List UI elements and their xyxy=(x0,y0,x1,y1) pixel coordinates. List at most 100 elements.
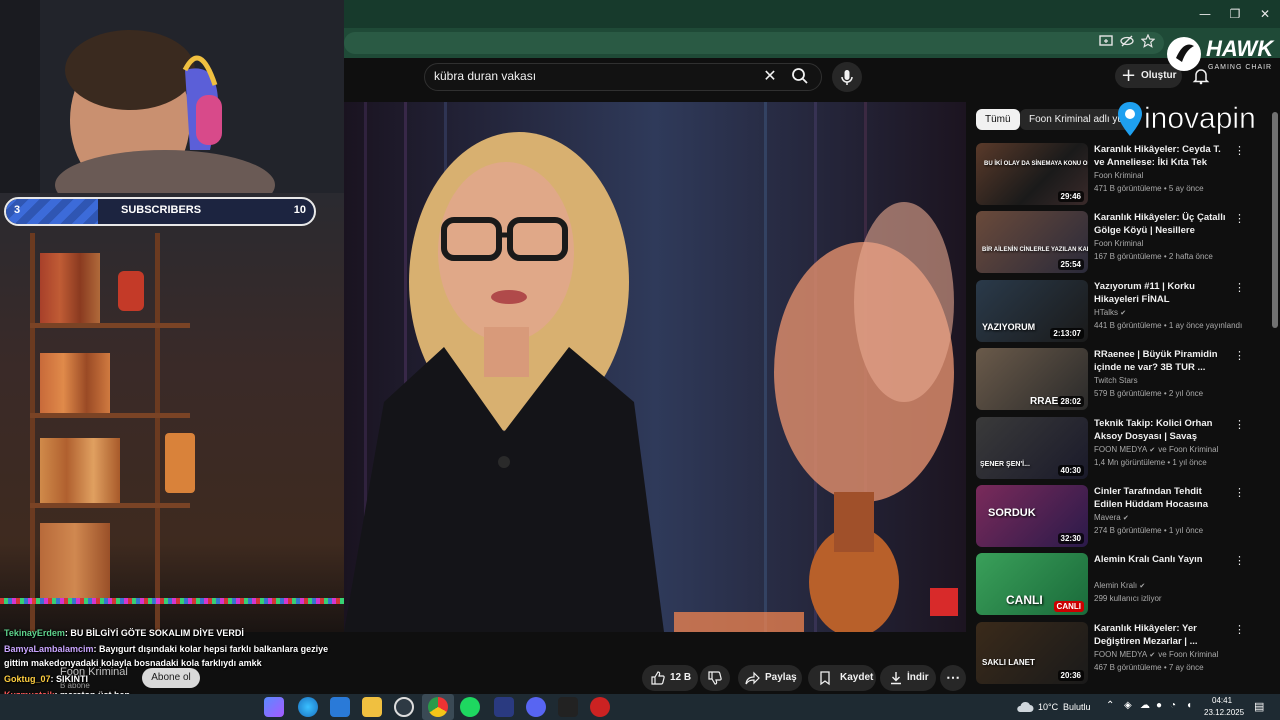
video-duration: 28:02 xyxy=(1057,396,1084,408)
recommendation-item[interactable]: YAZIYORUM 2:13:07 Yazıyorum #11 | Korku Hi… xyxy=(976,279,1266,342)
recommendation-title[interactable]: Yazıyorum #11 | Korku Hikayeleri FİNAL xyxy=(1094,280,1229,306)
recommendation-title[interactable]: Alemin Kralı Canlı Yayın xyxy=(1094,553,1229,566)
weather-temp[interactable]: 10°C xyxy=(1038,702,1058,712)
tray-chevron-icon[interactable]: ⌃ xyxy=(1106,700,1114,711)
recommendation-channel[interactable]: FOON MEDYA ✔ ve Foon Kriminal xyxy=(1094,445,1218,454)
recommendation-thumbnail[interactable]: RRAE 28:02 xyxy=(976,348,1088,411)
more-vertical-icon[interactable]: ⋮ xyxy=(1234,622,1245,638)
more-vertical-icon[interactable]: ⋮ xyxy=(1234,417,1245,433)
more-vertical-icon[interactable]: ⋮ xyxy=(1234,348,1245,364)
recommendation-item[interactable]: SORDUK 32:30 Cinler Tarafından Tehdit Edil… xyxy=(976,485,1266,547)
star-icon[interactable] xyxy=(1139,33,1157,52)
clock-time[interactable]: 04:41 xyxy=(1212,696,1232,705)
chat-message: TekinayErdem: BU BİLGİYİ GÖTE SOKALIM Dİ… xyxy=(4,628,244,638)
more-horizontal-icon: ⋯ xyxy=(946,669,960,685)
recommendation-thumbnail[interactable]: YAZIYORUM 2:13:07 xyxy=(976,279,1088,342)
tray-cloud-icon[interactable]: ☁ xyxy=(1140,700,1150,711)
cast-icon[interactable] xyxy=(1097,34,1115,52)
save-button[interactable]: Kaydet xyxy=(808,665,876,691)
more-vertical-icon[interactable]: ⋮ xyxy=(1234,553,1245,569)
recommendation-item[interactable]: RRAE 28:02 RRaenee | Büyük Piramidin içind… xyxy=(976,348,1266,411)
share-button[interactable]: Paylaş xyxy=(738,665,802,691)
download-button[interactable]: İndir xyxy=(880,665,936,691)
chrome-icon[interactable] xyxy=(428,697,448,717)
inovapin-logo: inovapin xyxy=(1118,100,1280,140)
recommendation-title[interactable]: Teknik Takip: Kolici Orhan Aksoy Dosyası… xyxy=(1094,417,1229,444)
recommendation-title[interactable]: Cinler Tarafından Tehdit Edilen Hüddam H… xyxy=(1094,485,1229,512)
chat-username: BamyaLambalamcim xyxy=(4,644,94,654)
plus-icon: + xyxy=(1121,65,1137,86)
minimize-button[interactable]: — xyxy=(1190,4,1220,24)
recommendation-title[interactable]: Karanlık Hikâyeler: Ceyda T. ve Annelies… xyxy=(1094,143,1229,170)
copilot-icon[interactable] xyxy=(264,697,284,717)
tray-wifi-icon[interactable]: ◔ xyxy=(1170,700,1176,711)
recommendation-channel[interactable]: FOON MEDYA ✔ ve Foon Kriminal xyxy=(1094,650,1218,659)
more-vertical-icon[interactable]: ⋮ xyxy=(1234,211,1245,227)
recommendation-meta: 274 B görüntüleme • 1 yıl önce xyxy=(1094,526,1204,535)
video-duration: 40:30 xyxy=(1057,464,1084,476)
chip-all[interactable]: Tümü xyxy=(976,109,1020,130)
recommendation-channel[interactable]: Foon Kriminal xyxy=(1094,171,1143,180)
recommendation-channel[interactable]: Foon Kriminal xyxy=(1094,239,1143,248)
channel-name-text: Foon Kriminal xyxy=(1094,239,1144,249)
spotify-icon[interactable] xyxy=(460,697,480,717)
recommendation-meta: 167 B görüntüleme • 2 hafta önce xyxy=(1094,252,1213,262)
store-icon[interactable] xyxy=(330,697,350,717)
clear-search-icon[interactable]: ✕ xyxy=(760,66,780,86)
recommendation-item[interactable]: SAKLI LANET 20:36 Karanlık Hikâyeler: Yer … xyxy=(976,621,1266,684)
recommendation-thumbnail[interactable]: ŞENER ŞEN'İ... 40:30 xyxy=(976,416,1088,479)
video-player[interactable] xyxy=(344,102,966,632)
recommendation-channel[interactable]: HTalks ✔ xyxy=(1094,308,1126,317)
more-actions-button[interactable]: ⋯ xyxy=(940,665,966,691)
notification-center-icon[interactable]: ▤ xyxy=(1254,700,1264,713)
weather-text[interactable]: Bulutlu xyxy=(1063,702,1091,712)
chip-channel[interactable]: Foon Kriminal adlı yük xyxy=(1020,109,1130,130)
recommendation-thumbnail[interactable]: BU İKİ OLAY DA SİNEMAYA KONU OLDU 29:46 xyxy=(976,143,1088,205)
tray-mic-icon[interactable]: ● xyxy=(1156,700,1162,711)
close-button[interactable]: ✕ xyxy=(1250,4,1280,24)
restore-button[interactable]: ❐ xyxy=(1220,4,1250,24)
clock-date[interactable]: 23.12.2025 xyxy=(1204,708,1244,717)
sidebar-scroll-thumb[interactable] xyxy=(1272,112,1278,328)
file-explorer-icon[interactable] xyxy=(362,697,382,717)
recommendation-item[interactable]: CANLI CANLI Alemin Kralı Canlı Yayın Alemin… xyxy=(976,553,1266,616)
discord-icon[interactable] xyxy=(526,697,546,717)
dislike-button[interactable] xyxy=(700,665,730,691)
epic-games-icon[interactable] xyxy=(558,697,578,717)
more-vertical-icon[interactable]: ⋮ xyxy=(1234,485,1245,501)
recommendation-channel[interactable]: Mavera ✔ xyxy=(1094,513,1129,522)
channel-name-text: Twitch Stars xyxy=(1094,376,1138,386)
search-icon[interactable] xyxy=(790,66,814,86)
obs-icon[interactable] xyxy=(590,697,610,717)
recommendation-thumbnail[interactable]: CANLI CANLI xyxy=(976,553,1088,616)
recommendation-item[interactable]: BU İKİ OLAY DA SİNEMAYA KONU OLDU 29:46 Ka… xyxy=(976,143,1266,205)
chat-text: : BU BİLGİYİ GÖTE SOKALIM DİYE VERDİ xyxy=(64,628,244,638)
subscriber-current: 3 xyxy=(14,204,21,216)
eye-off-icon[interactable] xyxy=(1118,34,1136,52)
recommendation-title[interactable]: Karanlık Hikâyeler: Üç Çatallı Gölge Köy… xyxy=(1094,211,1229,238)
like-button[interactable]: 12 B xyxy=(642,665,698,691)
tray-volume-icon[interactable]: ◖ xyxy=(1186,700,1192,711)
recommendation-item[interactable]: BİR AİLENİN CİNLERLE YAZILAN KADERİ 25:54… xyxy=(976,211,1266,274)
recommendation-thumbnail[interactable]: SORDUK 32:30 xyxy=(976,485,1088,547)
recommendation-title[interactable]: RRaenee | Büyük Piramidin içinde ne var?… xyxy=(1094,348,1229,374)
channel-name-text: FOON MEDYA xyxy=(1094,444,1148,454)
tray-network-icon[interactable]: ◈ xyxy=(1124,700,1132,711)
steam-icon[interactable] xyxy=(494,697,514,717)
recommendation-item[interactable]: ŞENER ŞEN'İ... 40:30 Teknik Takip: Kolici … xyxy=(976,416,1266,479)
recommendation-channel[interactable]: Alemin Kralı ✔ xyxy=(1094,581,1145,590)
edge-icon[interactable] xyxy=(298,697,318,717)
more-vertical-icon[interactable]: ⋮ xyxy=(1234,280,1245,296)
recommendation-channel[interactable]: Twitch Stars xyxy=(1094,376,1138,385)
more-vertical-icon[interactable]: ⋮ xyxy=(1234,143,1245,159)
address-field[interactable] xyxy=(344,32,1164,54)
recommendation-thumbnail[interactable]: SAKLI LANET 20:36 xyxy=(976,621,1088,684)
xbox-icon[interactable] xyxy=(394,697,414,717)
recommendation-title[interactable]: Karanlık Hikâyeler: Yer Değiştiren Mezar… xyxy=(1094,622,1229,648)
voice-search-button[interactable] xyxy=(832,62,862,92)
webcam-overlay xyxy=(0,0,344,193)
subscriber-goal: 10 xyxy=(293,204,306,216)
recommendation-thumbnail[interactable]: BİR AİLENİN CİNLERLE YAZILAN KADERİ 25:54 xyxy=(976,211,1088,274)
share-icon xyxy=(745,671,760,685)
channel-name-text: HTalks xyxy=(1094,307,1119,317)
